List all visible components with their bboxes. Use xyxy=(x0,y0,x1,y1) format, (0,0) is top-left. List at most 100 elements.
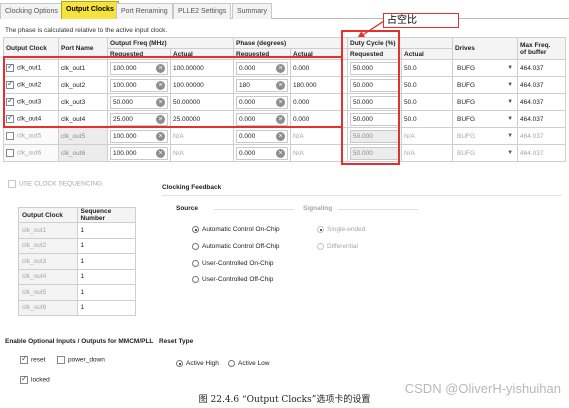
source-option-auto-on-chip[interactable]: Automatic Control On-Chip xyxy=(192,226,280,233)
source-option-user-on-chip[interactable]: User-Controlled On-Chip xyxy=(192,260,274,267)
clock-row: clk_out5 clk_out5 100.000 × N/A 0.000 × N/A 50.0… xyxy=(3,127,567,145)
optional-io-title: Enable Optional Inputs / Outputs for MMC… xyxy=(5,338,154,345)
freq-requested-field[interactable]: 100.000 × xyxy=(110,129,168,143)
sequence-number-field[interactable]: 1 xyxy=(76,268,136,285)
clock-enable-checkbox[interactable] xyxy=(6,132,14,140)
source-option-label: User-Controlled On-Chip xyxy=(202,260,274,268)
tab-clocking-options[interactable]: Clocking Options xyxy=(0,3,63,19)
source-option-auto-off-chip[interactable]: Automatic Control Off-Chip xyxy=(192,243,280,250)
sequence-number-field[interactable]: 1 xyxy=(76,222,136,239)
reset-type-active-high[interactable]: Active High xyxy=(176,360,219,367)
drives-select[interactable]: BUFG ▼ xyxy=(455,96,515,109)
signaling-option-differential[interactable]: Differential xyxy=(317,243,358,250)
clock-cell[interactable]: clk_out6 xyxy=(3,144,59,162)
drives-select[interactable]: BUFG ▼ xyxy=(455,62,515,75)
sequence-table: Output Clock Sequence Number clk_out1 1 cl… xyxy=(18,207,136,316)
header-max-freq-line1: Max Freq. xyxy=(520,41,551,49)
drives-value: BUFG xyxy=(457,115,476,123)
clear-icon[interactable]: × xyxy=(276,131,285,141)
freq-requested-field[interactable]: 100.000 × xyxy=(110,146,168,160)
use-clock-sequencing-checkbox[interactable] xyxy=(8,180,16,188)
source-option-user-off-chip[interactable]: User-Controlled Off-Chip xyxy=(192,276,273,283)
freq-actual-value: N/A xyxy=(173,132,184,140)
radio-icon[interactable] xyxy=(317,226,324,233)
chevron-down-icon: ▼ xyxy=(507,99,514,105)
reset-label: reset xyxy=(31,356,46,364)
power-down-label: power_down xyxy=(68,356,105,364)
header-drives: Drives xyxy=(452,37,519,60)
signaling-option-label: Differential xyxy=(327,243,358,251)
tab-summary[interactable]: Summary xyxy=(232,3,272,19)
drives-value: BUFG xyxy=(457,149,476,157)
port-cell[interactable]: clk_out5 xyxy=(58,127,108,145)
source-option-label: Automatic Control Off-Chip xyxy=(202,243,280,251)
phase-requested-value: 0.000 xyxy=(239,132,256,140)
radio-icon[interactable] xyxy=(192,276,199,283)
radio-icon[interactable] xyxy=(176,360,183,367)
duty-cycle-annotation: 占空比 xyxy=(383,13,459,28)
power-down-option[interactable]: power_down xyxy=(57,356,105,364)
sequence-number-field[interactable]: 1 xyxy=(76,284,136,301)
clock-enable-checkbox[interactable] xyxy=(6,149,14,157)
sequence-row: clk_out2 1 xyxy=(18,237,136,254)
clock-label: clk_out6 xyxy=(17,149,42,157)
tab-port-renaming[interactable]: Port Renaming xyxy=(116,3,173,19)
radio-icon[interactable] xyxy=(192,243,199,250)
drives-value: BUFG xyxy=(457,132,476,140)
duty-actual-value: 50.0 xyxy=(404,115,417,123)
clock-cell[interactable]: clk_out5 xyxy=(3,127,59,145)
header-max-freq: Max Freq. of buffer xyxy=(517,37,567,60)
clear-icon[interactable]: × xyxy=(276,148,285,158)
radio-icon[interactable] xyxy=(192,260,199,267)
drives-select[interactable]: BUFG ▼ xyxy=(455,79,515,92)
drives-select[interactable]: BUFG ▼ xyxy=(455,113,515,126)
radio-icon[interactable] xyxy=(192,226,199,233)
port-name-field[interactable]: clk_out5 xyxy=(61,133,85,140)
reset-option[interactable]: reset xyxy=(20,354,46,364)
locked-option[interactable]: locked xyxy=(20,374,50,384)
reset-checkbox[interactable] xyxy=(20,354,28,364)
source-option-label: Automatic Control On-Chip xyxy=(202,226,280,234)
radio-icon[interactable] xyxy=(317,243,324,250)
freq-actual-value: N/A xyxy=(173,149,184,157)
port-name-field[interactable]: clk_out6 xyxy=(61,150,85,157)
sequence-row: clk_out4 1 xyxy=(18,268,136,285)
clock-label: clk_out5 xyxy=(17,132,42,140)
use-clock-sequencing[interactable]: USE CLOCK SEQUENCING xyxy=(8,180,102,188)
reset-type-label: Active Low xyxy=(238,360,270,368)
drives-select[interactable]: BUFG ▼ xyxy=(455,147,515,160)
port-cell[interactable]: clk_out6 xyxy=(58,144,108,162)
header-max-freq-line2: of buffer xyxy=(520,48,547,56)
freq-requested-value: 100.000 xyxy=(113,149,137,157)
chevron-down-icon: ▼ xyxy=(507,82,514,88)
clear-icon[interactable]: × xyxy=(156,148,165,158)
signaling-title: Signaling xyxy=(303,205,333,212)
duty-actual-value: N/A xyxy=(404,132,415,140)
sequence-row: clk_out1 1 xyxy=(18,222,136,239)
sequence-row: clk_out3 1 xyxy=(18,253,136,270)
clear-icon[interactable]: × xyxy=(156,131,165,141)
drives-select[interactable]: BUFG ▼ xyxy=(455,130,515,143)
locked-checkbox[interactable] xyxy=(20,374,28,384)
max-freq-value: 464.037 xyxy=(520,115,544,123)
sequence-row: clk_out6 1 xyxy=(18,299,136,316)
sequence-number-field[interactable]: 1 xyxy=(76,299,136,316)
seq-header-output-clock: Output Clock xyxy=(18,207,78,223)
power-down-checkbox[interactable] xyxy=(57,356,65,364)
duty-actual-value: 50.0 xyxy=(404,81,417,89)
radio-icon[interactable] xyxy=(228,360,235,367)
phase-requested-field[interactable]: 0.000 × xyxy=(236,146,288,160)
sequence-number-field[interactable]: 1 xyxy=(76,253,136,270)
phase-requested-field[interactable]: 0.000 × xyxy=(236,129,288,143)
reset-type-active-low[interactable]: Active Low xyxy=(228,360,269,367)
chevron-down-icon: ▼ xyxy=(507,65,514,71)
header-duty-actual: Actual xyxy=(400,48,454,60)
sequence-clock-name: clk_out1 xyxy=(18,222,78,239)
use-clock-sequencing-label: USE CLOCK SEQUENCING xyxy=(19,180,103,188)
signaling-option-single-ended[interactable]: Single-ended xyxy=(317,226,365,233)
sequence-number-field[interactable]: 1 xyxy=(76,237,136,254)
source-option-label: User-Controlled Off-Chip xyxy=(202,276,274,284)
sequence-row: clk_out5 1 xyxy=(18,284,136,301)
tab-plle2-settings[interactable]: PLLE2 Settings xyxy=(173,3,232,19)
tab-output-clocks[interactable]: Output Clocks xyxy=(61,1,119,19)
